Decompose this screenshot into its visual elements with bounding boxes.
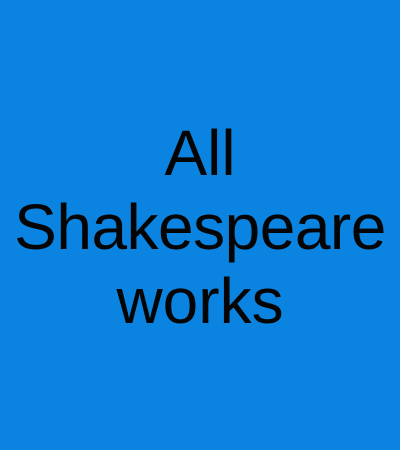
tile-title-line-1: All [164, 117, 236, 189]
tile-title: All Shakespeare works [0, 116, 400, 338]
tile-title-line-3: works [116, 265, 284, 337]
shakespeare-works-tile[interactable]: All Shakespeare works [0, 0, 400, 450]
tile-title-line-2: Shakespeare [14, 191, 386, 263]
